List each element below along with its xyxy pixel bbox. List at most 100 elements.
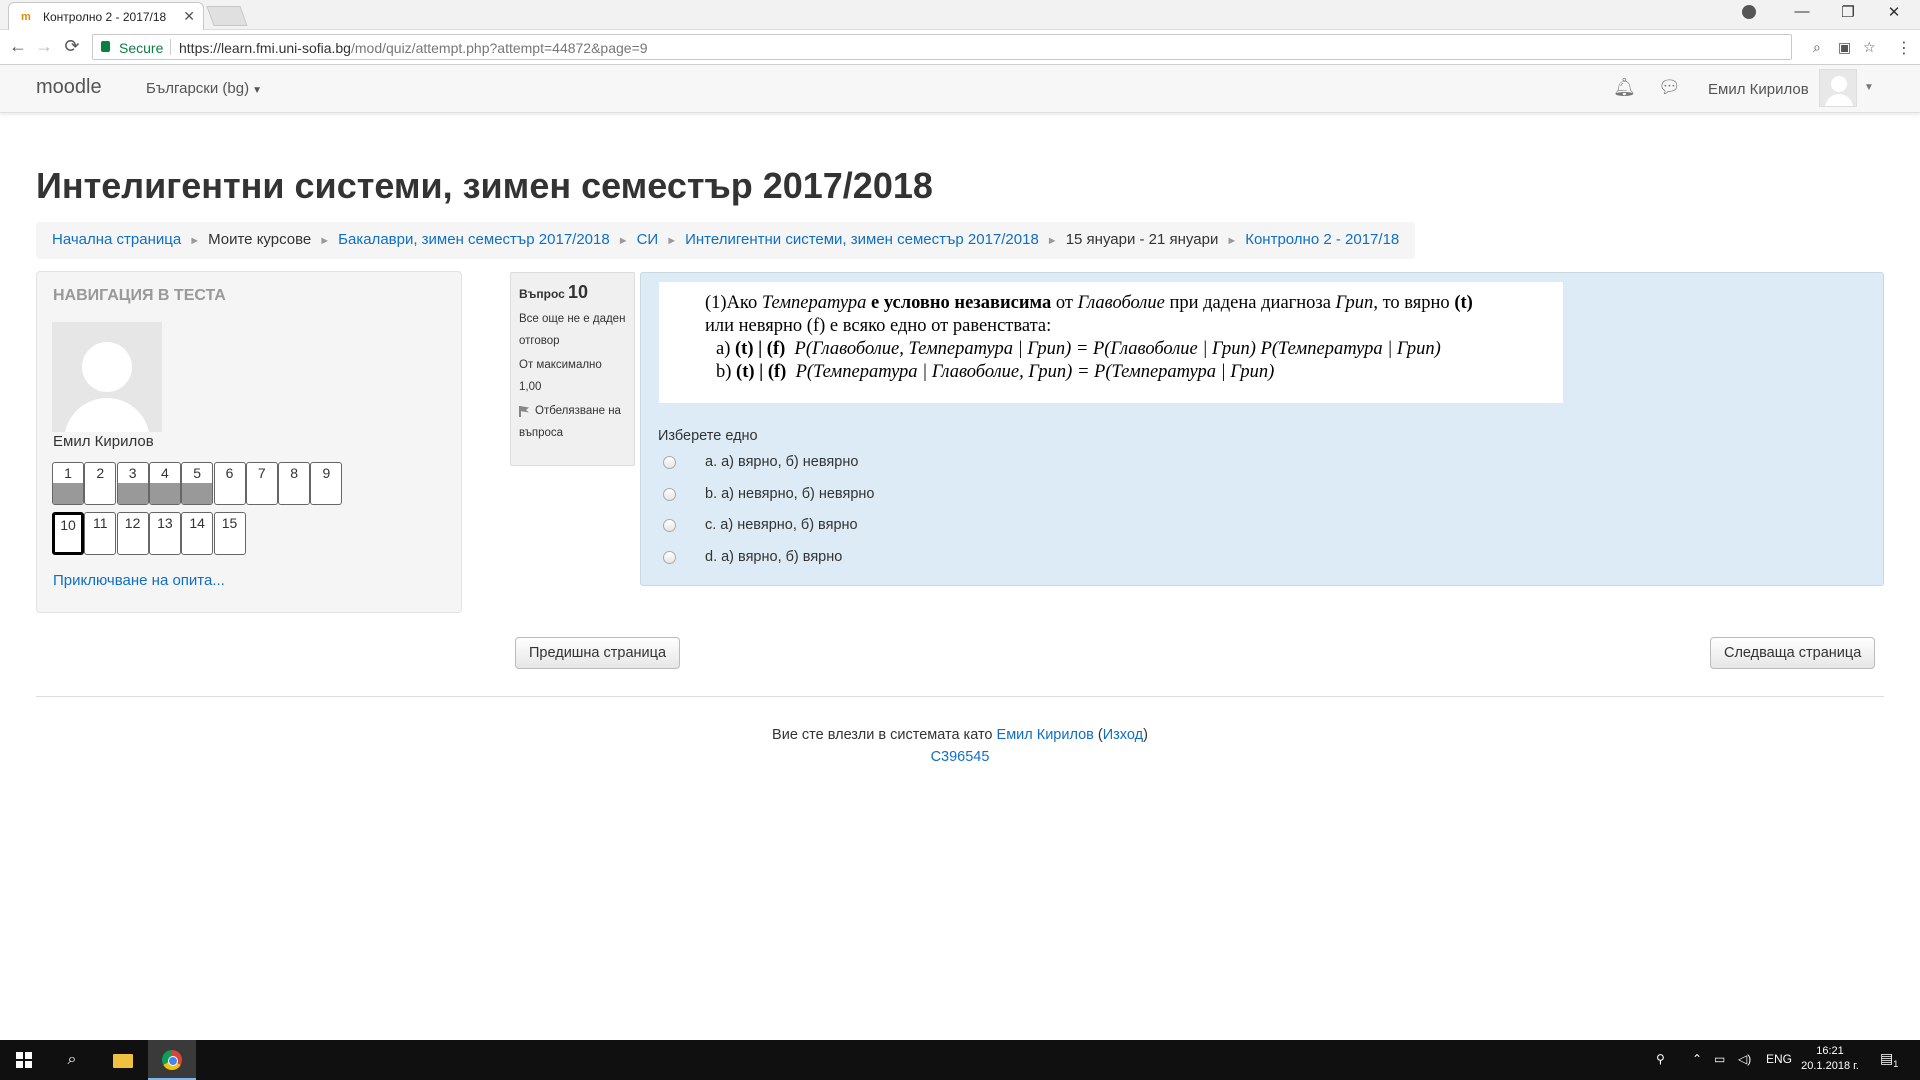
user-name: Емил Кирилов: [53, 433, 154, 450]
profile-icon[interactable]: [1742, 5, 1756, 19]
previous-page-button[interactable]: Предишна страница: [515, 637, 681, 669]
avatar[interactable]: [1819, 69, 1857, 107]
close-window-icon[interactable]: ✕: [1871, 3, 1917, 21]
q-text: Главоболие: [1077, 293, 1165, 313]
forward-icon[interactable]: →: [32, 36, 56, 57]
breadcrumb-item: Моите курсове: [208, 231, 312, 248]
address-bar[interactable]: Secure https://learn.fmi.uni-sofia.bg/mo…: [92, 34, 1876, 60]
language-menu[interactable]: Български (bg) ▼: [146, 80, 262, 97]
question-nav-number: 5: [193, 465, 202, 481]
browser-menu-icon[interactable]: ⋮: [1896, 38, 1912, 58]
question-nav-button[interactable]: 5: [181, 462, 214, 505]
chrome-icon: [162, 1050, 182, 1070]
question-nav-number: 9: [322, 465, 331, 481]
network-icon[interactable]: ▭: [1714, 1052, 1725, 1066]
question-nav-button[interactable]: 7: [245, 462, 278, 505]
notifications-bell-icon[interactable]: 🔔︎: [1613, 77, 1636, 98]
zoom-icon[interactable]: ⌕: [1813, 39, 1821, 56]
tray-chevron-up-icon[interactable]: ⌃: [1692, 1052, 1702, 1066]
minimize-icon[interactable]: —: [1779, 3, 1825, 20]
question-nav-number: 6: [225, 465, 234, 481]
question-nav-button[interactable]: 1: [52, 462, 84, 505]
question-nav-button[interactable]: 6: [213, 462, 246, 505]
question-nav-number: 14: [189, 515, 205, 531]
volume-icon[interactable]: ◁): [1738, 1052, 1751, 1066]
finish-attempt-link[interactable]: Приключване на опита...: [53, 572, 225, 589]
question-nav-number: 15: [221, 515, 238, 531]
search-icon[interactable]: ⌕: [48, 1040, 96, 1080]
input-language[interactable]: ENG: [1766, 1052, 1792, 1066]
question-nav-button[interactable]: 2: [84, 462, 117, 505]
clock-time: 16:21: [1816, 1045, 1844, 1057]
breadcrumb-item[interactable]: Начална страница: [52, 231, 181, 248]
question-nav-button[interactable]: 14: [181, 512, 214, 555]
next-page-button[interactable]: Следваща страница: [1710, 637, 1876, 669]
breadcrumb-item[interactable]: Интелигентни системи, зимен семестър 201…: [685, 231, 1039, 248]
question-nav-button[interactable]: 11: [84, 512, 117, 555]
answer-option-label[interactable]: b. а) невярно, б) невярно: [705, 486, 874, 502]
tab-close-icon[interactable]: ✕: [183, 8, 195, 25]
browser-tab[interactable]: m Контролно 2 - 2017/18 ✕: [8, 2, 204, 30]
new-tab-button[interactable]: [206, 6, 248, 26]
people-icon[interactable]: ⚲: [1656, 1052, 1665, 1066]
breadcrumb-item[interactable]: Контролно 2 - 2017/18: [1245, 231, 1399, 248]
question-number: 10: [568, 282, 589, 302]
breadcrumb-item[interactable]: СИ: [637, 231, 659, 248]
translate-icon[interactable]: ▣: [1838, 39, 1851, 56]
user-menu-chevron-icon[interactable]: ▼: [1864, 82, 1874, 93]
reload-icon[interactable]: ⟳: [60, 36, 84, 57]
question-nav-button[interactable]: 3: [116, 462, 149, 505]
question-line-3: а) (t) | (f) P(Главоболие, Температура |…: [705, 338, 1563, 361]
file-explorer-button[interactable]: [98, 1040, 146, 1080]
clock[interactable]: 16:21 20.1.2018 г.: [1800, 1044, 1860, 1074]
divider: [36, 696, 1884, 697]
radio-button[interactable]: [663, 550, 676, 564]
question-nav-button[interactable]: 13: [148, 512, 181, 555]
back-icon[interactable]: ←: [6, 36, 30, 57]
answer-option-label[interactable]: d. а) вярно, б) вярно: [705, 549, 842, 565]
messages-icon[interactable]: 💬︎: [1658, 77, 1681, 98]
radio-button[interactable]: [663, 487, 676, 501]
breadcrumb-separator-icon: ►: [1226, 235, 1238, 247]
chevron-down-icon: ▼: [252, 85, 262, 96]
moodle-navbar: moodle Български (bg) ▼ 🔔︎ 💬︎ Емил Кирило…: [0, 65, 1920, 113]
radio-button[interactable]: [663, 519, 676, 532]
answer-option-label[interactable]: a. а) вярно, б) невярно: [705, 454, 858, 470]
flag-question[interactable]: Отбелязване на въпроса: [519, 400, 626, 444]
question-nav-button[interactable]: 9: [310, 462, 343, 505]
q-text: а): [716, 339, 735, 359]
url-path: /mod/quiz/attempt.php?attempt=44872&page…: [350, 40, 648, 56]
start-button[interactable]: [0, 1040, 48, 1080]
question-line-2: или невярно (f) е всяко едно от равенств…: [705, 316, 1052, 336]
bookmark-star-icon[interactable]: ☆: [1863, 39, 1876, 56]
q-text: е условно независима: [866, 293, 1052, 313]
question-nav-button[interactable]: 15: [213, 512, 246, 555]
logout-link[interactable]: Изход: [1103, 727, 1143, 743]
question-nav-number: 10: [60, 517, 76, 533]
notifications-icon[interactable]: ▤1: [1880, 1050, 1898, 1069]
footer-code-line: C396545: [0, 749, 1920, 765]
logout-paren-close: ): [1143, 727, 1148, 743]
question-nav-button[interactable]: 8: [278, 462, 311, 505]
user-menu-name[interactable]: Емил Кирилов: [1708, 81, 1809, 98]
question-label: Въпрос: [519, 287, 565, 301]
answer-option-label[interactable]: c. а) невярно, б) вярно: [705, 517, 858, 533]
question-nav-button[interactable]: 12: [116, 512, 149, 555]
url-text[interactable]: https://learn.fmi.uni-sofia.bg/mod/quiz/…: [179, 40, 648, 56]
question-nav-button[interactable]: 10: [52, 512, 84, 555]
breadcrumb-item[interactable]: Бакалаври, зимен семестър 2017/2018: [338, 231, 610, 248]
footer-code-link[interactable]: C396545: [931, 749, 990, 765]
windows-taskbar: ⌕ ⚲ ⌃ ▭ ◁) ENG 16:21 20.1.2018 г. ▤1: [0, 1040, 1920, 1080]
breadcrumb-separator-icon: ►: [319, 235, 331, 247]
moodle-brand[interactable]: moodle: [36, 76, 102, 99]
chrome-taskbar-button[interactable]: [148, 1040, 196, 1080]
question-nav-button[interactable]: 4: [148, 462, 181, 505]
breadcrumb-separator-icon: ►: [666, 235, 678, 247]
q-text: (t): [1454, 293, 1473, 313]
restore-icon[interactable]: ❐: [1825, 3, 1871, 21]
user-avatar: [52, 322, 162, 432]
footer-user-link[interactable]: Емил Кирилов: [997, 727, 1094, 743]
question-nav-number: 3: [128, 465, 137, 481]
question-nav-number: 4: [160, 465, 169, 481]
radio-button[interactable]: [663, 456, 676, 469]
